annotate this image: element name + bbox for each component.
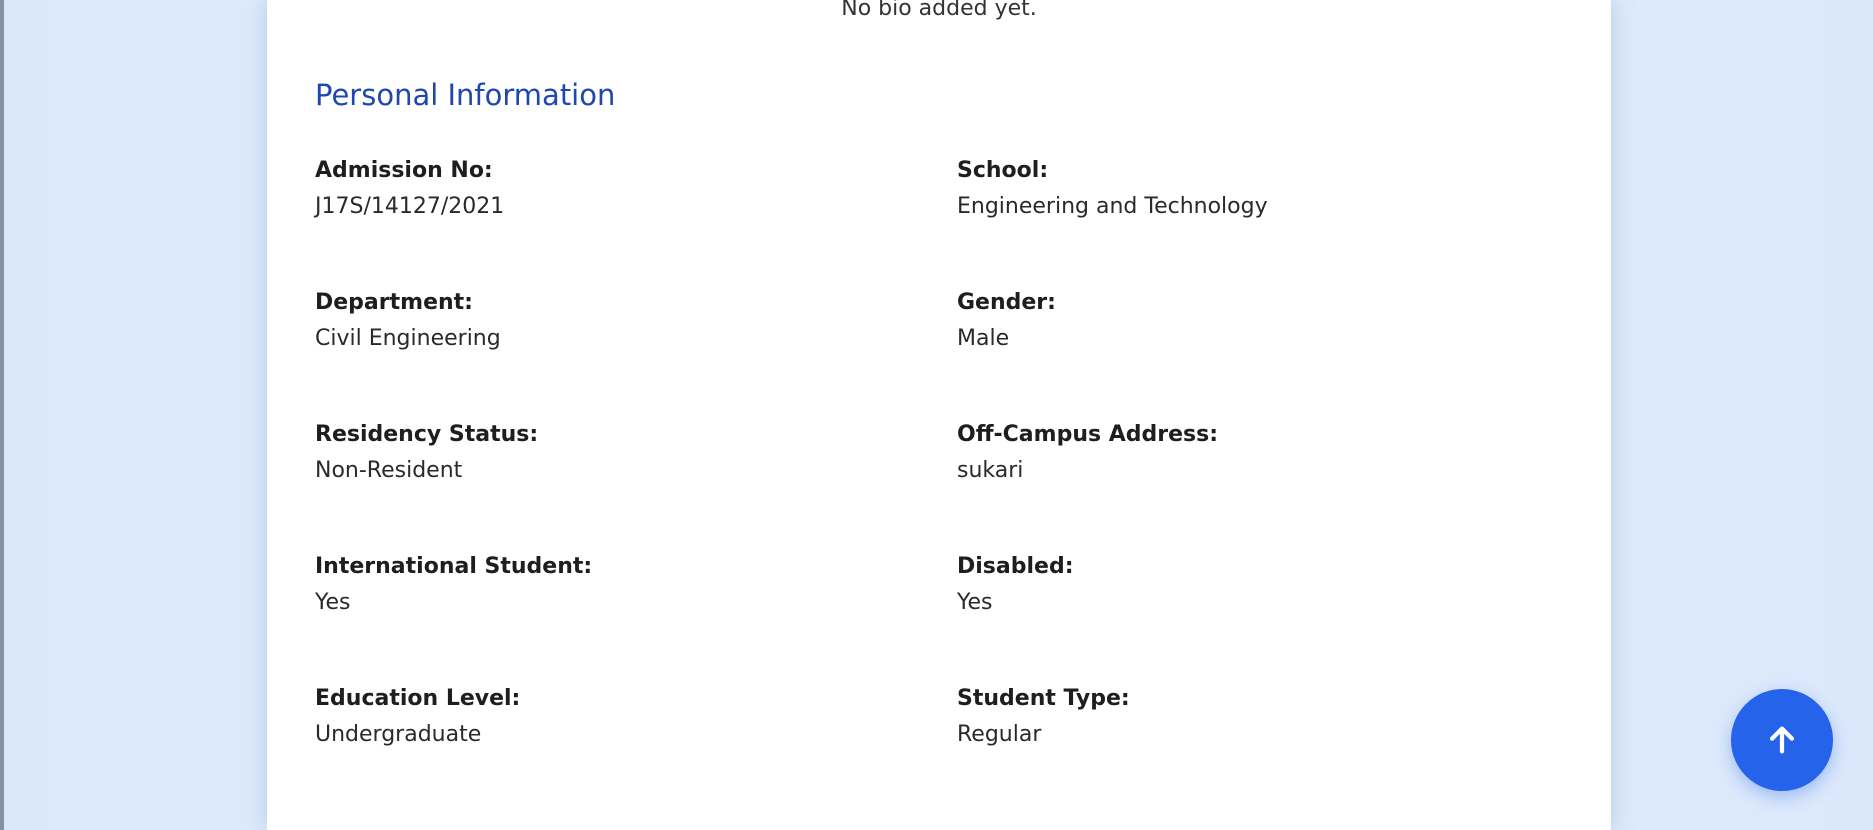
info-value: Non-Resident (315, 458, 463, 483)
bio-text: No bio added yet. (841, 0, 1037, 21)
background-edge (0, 0, 4, 830)
info-value: Regular (957, 722, 1042, 747)
info-item-school: School: Engineering and Technology (957, 154, 1599, 286)
info-item-gender: Gender: Male (957, 286, 1599, 418)
personal-info-grid: Admission No: J17S/14127/2021 School: En… (315, 154, 1605, 814)
info-label: Admission No: (315, 158, 493, 183)
info-label: Department: (315, 290, 473, 315)
info-label: School: (957, 158, 1049, 183)
info-label: International Student: (315, 554, 593, 579)
info-label: Off-Campus Address: (957, 422, 1219, 447)
info-value: Male (957, 326, 1010, 351)
info-item-disabled: Disabled: Yes (957, 550, 1599, 682)
info-value: J17S/14127/2021 (315, 194, 505, 219)
info-label: Residency Status: (315, 422, 539, 447)
info-item-student-type: Student Type: Regular (957, 682, 1599, 814)
info-item-education-level: Education Level: Undergraduate (315, 682, 957, 814)
info-value: Undergraduate (315, 722, 482, 747)
arrow-up-icon (1769, 726, 1795, 754)
info-item-residency-status: Residency Status: Non-Resident (315, 418, 957, 550)
info-value: Yes (957, 590, 993, 615)
info-label: Gender: (957, 290, 1056, 315)
info-label: Disabled: (957, 554, 1074, 579)
info-item-international-student: International Student: Yes (315, 550, 957, 682)
section-title-personal-information: Personal Information (315, 78, 616, 112)
info-value: Civil Engineering (315, 326, 501, 351)
info-value: sukari (957, 458, 1024, 483)
info-label: Student Type: (957, 686, 1130, 711)
info-value: Yes (315, 590, 351, 615)
info-item-off-campus-address: Off-Campus Address: sukari (957, 418, 1599, 550)
info-item-department: Department: Civil Engineering (315, 286, 957, 418)
info-value: Engineering and Technology (957, 194, 1268, 219)
info-item-admission-no: Admission No: J17S/14127/2021 (315, 154, 957, 286)
profile-card: No bio added yet. Personal Information A… (267, 0, 1611, 830)
scroll-to-top-button[interactable] (1731, 689, 1833, 791)
info-label: Education Level: (315, 686, 521, 711)
